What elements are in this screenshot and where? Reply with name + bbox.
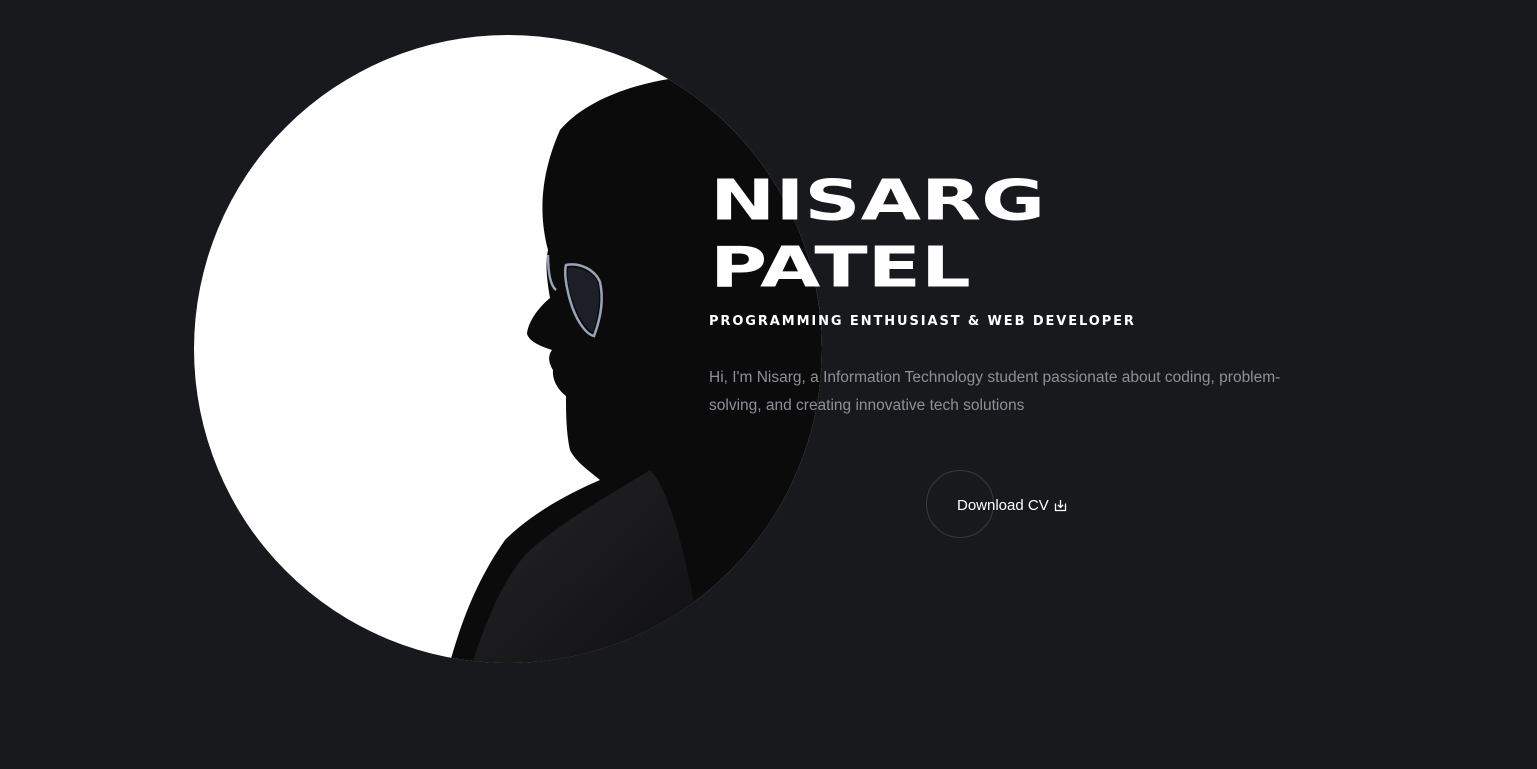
intro-paragraph: Hi, I'm Nisarg, a Information Technology… — [709, 369, 1281, 414]
role-subtitle: PROGRAMMING ENTHUSIAST & WEB DEVELOPER — [709, 314, 1136, 329]
download-icon — [1054, 499, 1067, 512]
download-cv-button[interactable]: Download CV — [957, 494, 1067, 516]
download-cv-label: Download CV — [957, 496, 1049, 514]
name-last: PATEL — [710, 235, 971, 301]
name-first: NISARG — [710, 168, 1046, 234]
hero-section: NISARG PATEL PROGRAMMING ENTHUSIAST & WE… — [0, 0, 1537, 769]
